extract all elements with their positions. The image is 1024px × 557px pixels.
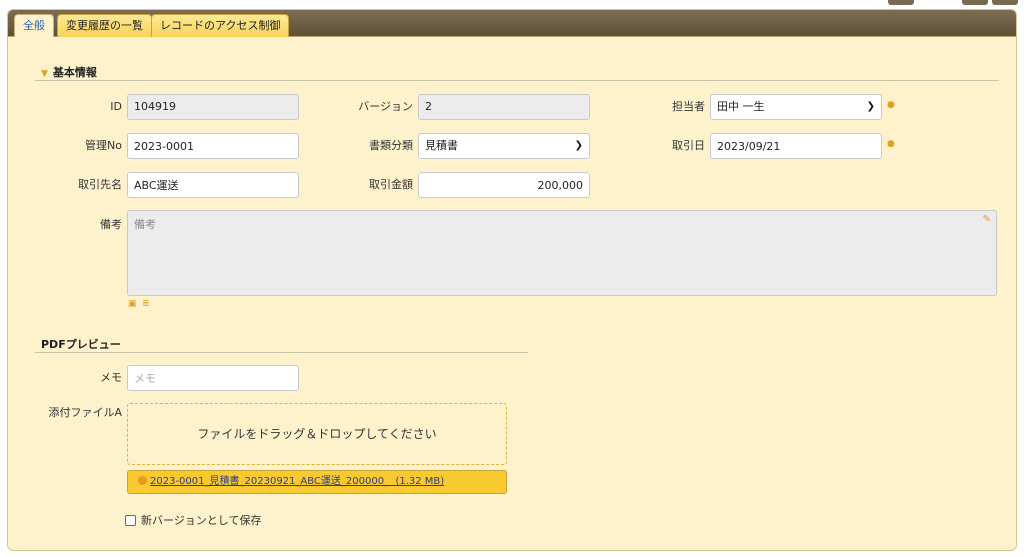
toolbar-stub <box>888 0 914 5</box>
note-textarea[interactable]: 備考 ✎ <box>127 210 997 296</box>
section-pdf-title: PDFプレビュー <box>41 338 121 351</box>
user-icon[interactable]: ● <box>887 100 895 110</box>
chevron-down-icon: ❯ <box>574 140 583 151</box>
doctype-select[interactable]: 見積書 ❯ <box>418 133 590 159</box>
tab-general[interactable]: 全般 <box>14 14 54 37</box>
note-label: 備考 <box>100 218 122 231</box>
attached-file: 2023-0001_見積書_20230921_ABC運送_200000_ (1.… <box>127 470 507 494</box>
amount-label: 取引金額 <box>369 178 413 191</box>
divider <box>35 80 999 81</box>
memo-input[interactable] <box>127 365 299 391</box>
id-label: ID <box>110 100 122 113</box>
file-icon <box>138 476 147 485</box>
owner-value: 田中 一生 <box>717 100 765 113</box>
amount-input[interactable] <box>418 172 590 198</box>
new-version-label: 新バージョンとして保存 <box>141 514 262 527</box>
mgmt-no-label: 管理No <box>85 139 122 152</box>
version-field: 2 <box>418 94 590 120</box>
id-field: 104919 <box>127 94 299 120</box>
partner-input[interactable] <box>127 172 299 198</box>
file-name: 2023-0001_見積書_20230921_ABC運送_200000_ <box>150 476 390 487</box>
list-icon[interactable]: ≣ <box>142 299 150 309</box>
mgmt-no-input[interactable] <box>127 133 299 159</box>
file-link[interactable]: 2023-0001_見積書_20230921_ABC運送_200000_ (1.… <box>150 476 444 487</box>
tab-access-control[interactable]: レコードのアクセス制御 <box>151 14 290 37</box>
date-label: 取引日 <box>672 139 705 152</box>
memo-label: メモ <box>100 371 122 384</box>
owner-select[interactable]: 田中 一生 ❯ <box>710 94 882 120</box>
section-basic-info[interactable]: ▼ 基本情報 <box>41 64 97 80</box>
toolbar-stub <box>962 0 988 5</box>
checkbox-box[interactable] <box>125 514 136 526</box>
chevron-down-icon: ❯ <box>866 101 875 112</box>
doctype-value: 見積書 <box>425 139 458 152</box>
window-controls <box>888 0 1018 6</box>
caret-down-icon: ▼ <box>41 69 48 79</box>
owner-label: 担当者 <box>672 100 705 113</box>
info-icon[interactable]: ● <box>887 139 895 149</box>
dropzone-text: ファイルをドラッグ＆ドロップしてください <box>197 427 437 441</box>
section-basic-title: 基本情報 <box>52 66 97 79</box>
doctype-label: 書類分類 <box>369 139 413 152</box>
version-label: バージョン <box>358 100 413 113</box>
pencil-icon[interactable]: ✎ <box>983 214 991 225</box>
tab-change-history[interactable]: 変更履歴の一覧 <box>57 14 152 37</box>
divider <box>35 352 528 353</box>
partner-label: 取引先名 <box>78 178 122 191</box>
attach-label: 添付ファイルA <box>48 406 122 419</box>
note-placeholder: 備考 <box>134 218 156 231</box>
toolbar-stub <box>992 0 1018 5</box>
file-dropzone[interactable]: ファイルをドラッグ＆ドロップしてください <box>127 403 507 465</box>
image-icon[interactable]: ▣ <box>128 299 137 309</box>
new-version-checkbox[interactable]: 新バージョンとして保存 <box>125 512 261 528</box>
tab-bar: 全般 変更履歴の一覧 レコードのアクセス制御 <box>8 10 1016 37</box>
file-size: (1.32 MB) <box>395 476 445 487</box>
record-panel: 全般 変更履歴の一覧 レコードのアクセス制御 ▼ 基本情報 ID 104919 バ… <box>7 9 1017 551</box>
date-input[interactable] <box>710 133 882 159</box>
